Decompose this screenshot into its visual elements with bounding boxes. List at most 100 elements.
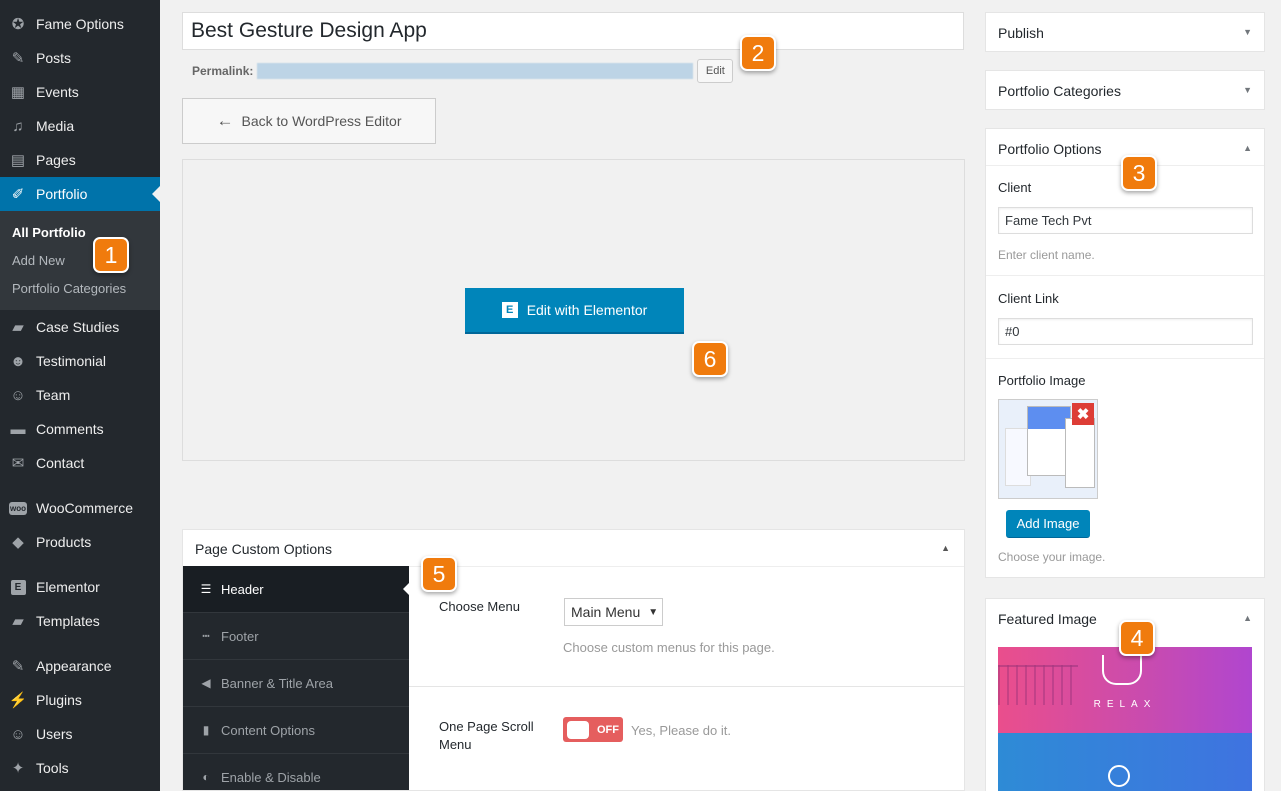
user-icon: ☺ — [10, 386, 26, 404]
choose-menu-label: Choose Menu — [439, 599, 520, 614]
menu-media[interactable]: ♫ Media — [0, 109, 160, 143]
publish-title: Publish — [998, 25, 1044, 41]
menu-portfolio[interactable]: ✐ Portfolio — [0, 177, 160, 211]
divider — [409, 686, 964, 687]
comment-icon: ▬ — [10, 420, 26, 438]
thumbnail-card — [1065, 418, 1095, 488]
menu-fame-options[interactable]: ✪ Fame Options — [0, 7, 160, 41]
featured-image[interactable]: RELAX — [998, 647, 1252, 791]
featured-image-caption: RELAX — [1093, 699, 1157, 710]
thumbnail-card-header — [1028, 407, 1070, 429]
portfolio-options-title: Portfolio Options — [998, 141, 1102, 157]
menu-tools[interactable]: ✦ Tools — [0, 751, 160, 785]
one-page-scroll-label: One Page Scroll — [439, 719, 534, 734]
portfolio-icon: ✐ — [11, 186, 25, 203]
award-icon: ✪ — [11, 16, 25, 33]
tab-enable-disable[interactable]: ◐ Enable & Disable — [183, 754, 409, 790]
menu-woocommerce[interactable]: woo WooCommerce — [0, 491, 160, 525]
chevron-up-icon[interactable]: ▲ — [1243, 613, 1252, 623]
portfolio-image-thumbnail[interactable]: ✖ — [998, 399, 1098, 499]
admin-sidebar: ✪ Fame Options ✎ Posts ▦ Events ♫ Media ▤ Pag… — [0, 0, 160, 791]
menu-description: Choose custom menus for this page. — [563, 640, 775, 655]
divider — [986, 358, 1264, 359]
menu-select[interactable]: Main Menu ▼ — [564, 598, 663, 626]
featured-image-title: Featured Image — [998, 611, 1097, 627]
back-to-wordpress-editor-button[interactable]: ← Back to WordPress Editor — [182, 98, 436, 144]
post-title-input[interactable]: Best Gesture Design App — [182, 12, 964, 50]
portfolio-options-box: Portfolio Options ▲ Client Fame Tech Pvt… — [985, 128, 1265, 578]
calendar-icon: ▦ — [10, 84, 26, 101]
menu-events[interactable]: ▦ Events — [0, 75, 160, 109]
divider — [986, 275, 1264, 276]
menu-appearance[interactable]: ✎ Appearance — [0, 649, 160, 683]
folder-open-icon: ▰ — [12, 613, 24, 630]
wrench-icon: ✦ — [11, 760, 25, 777]
permalink-url-blurred[interactable] — [257, 63, 694, 79]
toggle-knob — [567, 720, 589, 739]
client-input[interactable]: Fame Tech Pvt — [998, 207, 1253, 234]
image-description: Choose your image. — [998, 550, 1106, 564]
menu-plugins[interactable]: ⚡ Plugins — [0, 683, 160, 717]
portfolio-submenu: All Portfolio Add New Portfolio Categori… — [0, 211, 160, 310]
menu-comments[interactable]: ▬ Comments — [0, 412, 160, 446]
megaphone-icon: ◀ — [201, 676, 211, 690]
menu-products[interactable]: ◆ Products — [0, 525, 160, 559]
client-description: Enter client name. — [998, 248, 1095, 262]
menu-testimonial[interactable]: ☻ Testimonial — [0, 344, 160, 378]
edit-with-elementor-button[interactable]: E Edit with Elementor — [465, 288, 684, 334]
menu-team[interactable]: ☺ Team — [0, 378, 160, 412]
one-page-scroll-toggle[interactable]: OFF — [563, 717, 623, 742]
tab-header[interactable]: ☰ Header — [183, 566, 409, 613]
pin-icon: ✎ — [11, 50, 25, 67]
one-page-scroll-label-2: Menu — [439, 737, 472, 752]
chevron-down-icon[interactable]: ▼ — [1243, 27, 1252, 37]
page-custom-options-box: Page Custom Options ▲ ☰ Header ┅ Footer ◀ B… — [182, 529, 965, 791]
chevron-up-icon[interactable]: ▲ — [1243, 143, 1252, 153]
submenu-add-new[interactable]: Add New — [12, 253, 65, 268]
collapse-arrow-icon[interactable]: ▲ — [941, 543, 950, 553]
add-image-button[interactable]: Add Image — [1006, 510, 1090, 538]
brush-icon: ✎ — [11, 658, 25, 675]
elementor-icon: E — [8, 577, 28, 597]
menu-users[interactable]: ☺ Users — [0, 717, 160, 751]
submenu-portfolio-categories[interactable]: Portfolio Categories — [12, 281, 126, 296]
page-custom-options-title: Page Custom Options — [195, 541, 332, 557]
portfolio-categories-title: Portfolio Categories — [998, 83, 1121, 99]
menu-case-studies[interactable]: ▰ Case Studies — [0, 310, 160, 344]
chevron-down-icon[interactable]: ▼ — [1243, 85, 1252, 95]
elementor-panel: E Edit with Elementor — [182, 159, 965, 461]
menu-contact[interactable]: ✉ Contact — [0, 446, 160, 480]
callout-badge-3: 3 — [1121, 155, 1157, 191]
tab-footer[interactable]: ┅ Footer — [183, 613, 409, 660]
swimmer-icon — [1108, 765, 1130, 787]
document-icon: ▮ — [202, 723, 210, 737]
woocommerce-icon: woo — [9, 501, 27, 515]
tab-content-options[interactable]: ▮ Content Options — [183, 707, 409, 754]
one-page-scroll-description: Yes, Please do it. — [631, 723, 731, 738]
permalink-edit-button[interactable]: Edit — [697, 59, 734, 83]
menu-posts[interactable]: ✎ Posts — [0, 41, 160, 75]
group-icon: ☻ — [10, 352, 26, 370]
portfolio-categories-box[interactable]: Portfolio Categories ▼ — [985, 70, 1265, 110]
menu-pages[interactable]: ▤ Pages — [0, 143, 160, 177]
submenu-all-portfolio[interactable]: All Portfolio — [12, 225, 86, 240]
cup-icon — [1102, 655, 1142, 685]
menu-templates[interactable]: ▰ Templates — [0, 604, 160, 638]
elementor-logo-icon: E — [501, 302, 518, 318]
mail-icon: ✉ — [11, 455, 25, 472]
user-icon: ☺ — [10, 725, 26, 743]
permalink-row: Permalink: Edit — [192, 59, 734, 83]
remove-image-icon[interactable]: ✖ — [1072, 403, 1094, 425]
publish-box[interactable]: Publish ▼ — [985, 12, 1265, 52]
pages-icon: ▤ — [10, 152, 26, 169]
plug-icon: ⚡ — [8, 692, 28, 709]
divider — [409, 566, 964, 567]
client-link-input[interactable]: #0 — [998, 318, 1253, 345]
callout-badge-5: 5 — [421, 556, 457, 592]
callout-badge-1: 1 — [93, 237, 129, 273]
tab-banner-title-area[interactable]: ◀ Banner & Title Area — [183, 660, 409, 707]
menu-elementor[interactable]: E Elementor — [0, 570, 160, 604]
callout-badge-2: 2 — [740, 35, 776, 71]
dots-icon: ┅ — [202, 629, 210, 643]
options-tabs: ☰ Header ┅ Footer ◀ Banner & Title Area ▮ Co… — [183, 566, 409, 790]
